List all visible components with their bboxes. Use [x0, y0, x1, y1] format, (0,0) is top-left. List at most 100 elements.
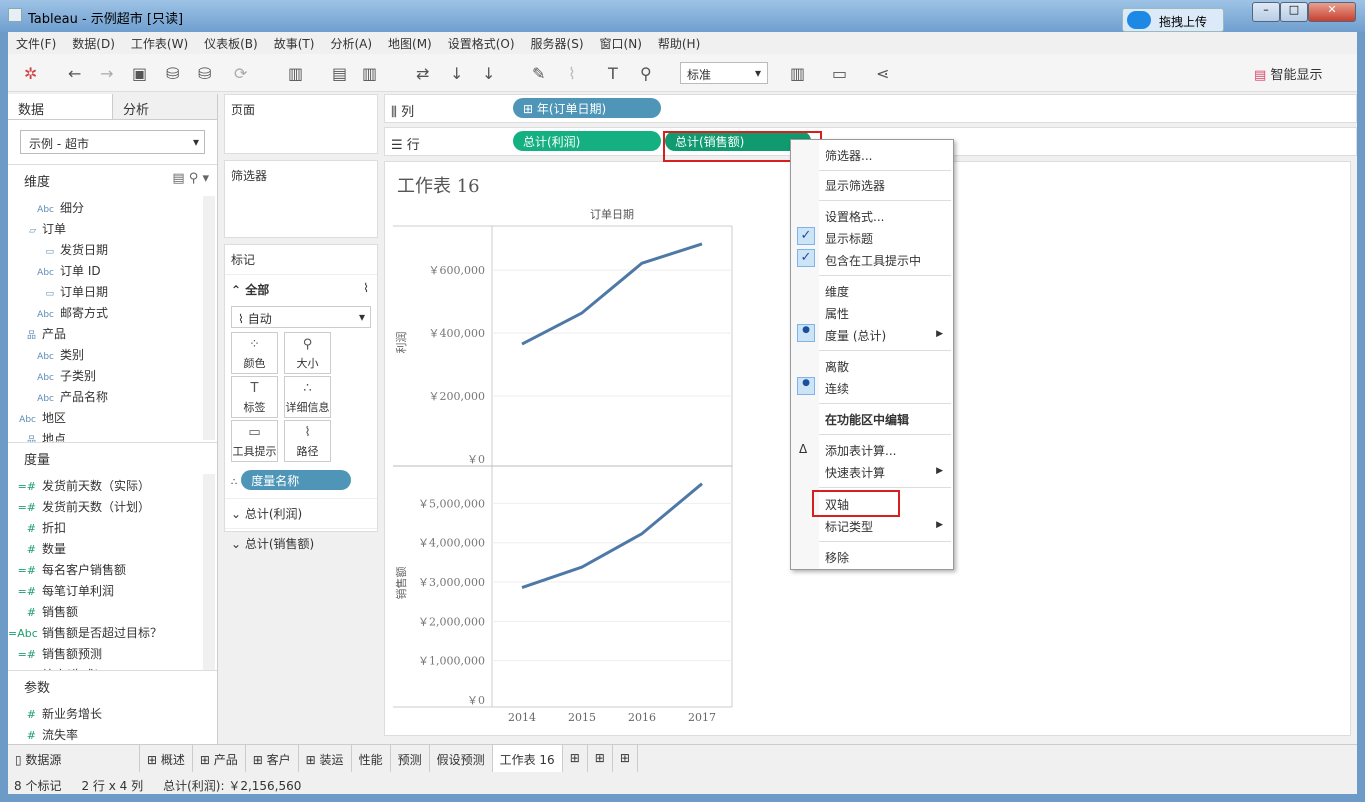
field-item[interactable]: 品产品 [8, 322, 217, 343]
field-item[interactable]: Abc 子类别 [8, 364, 217, 385]
context-menu-item[interactable]: 度量 (总计) [825, 327, 886, 347]
menu-item[interactable]: 设置格式(O) [440, 32, 523, 54]
upload-button[interactable]: 拖拽上传 [1122, 8, 1224, 32]
highlight-icon[interactable]: ✎ [532, 64, 545, 83]
marks-all-section[interactable]: ⌃ 全部 ⌇ [225, 274, 377, 304]
field-item[interactable]: ▭ 订单日期 [8, 280, 217, 301]
sheet-tab[interactable]: 假设预测 [430, 745, 493, 772]
field-item[interactable]: # 数量 [8, 537, 217, 558]
field-item[interactable]: =# 发货前天数（实际） [8, 474, 217, 495]
menu-item[interactable]: 数据(D) [64, 32, 123, 54]
menu-item[interactable]: 服务器(S) [523, 32, 592, 54]
share-icon[interactable]: ⋖ [876, 64, 889, 83]
context-menu-item[interactable]: 移除 [825, 549, 849, 569]
tableau-icon[interactable]: ✲ [24, 64, 37, 83]
pause-updates-icon[interactable]: ⛁ [198, 64, 211, 83]
context-menu-item[interactable]: 属性 [825, 305, 849, 325]
context-menu-item[interactable]: 显示筛选器 [825, 177, 885, 197]
field-item[interactable]: =# 每名客户销售额 [8, 558, 217, 579]
forward-icon[interactable]: → [100, 64, 113, 83]
field-item[interactable]: =# 每笔订单利润 [8, 579, 217, 600]
field-item[interactable]: =# 发货前天数（计划） [8, 495, 217, 516]
sum-profit-pill[interactable]: 总计(利润) [513, 131, 661, 151]
maximize-button[interactable]: □ [1280, 2, 1308, 22]
search-icon[interactable]: ▤ ⚲ ▾ [172, 171, 209, 186]
field-item[interactable]: Abc 产品名称 [8, 385, 217, 406]
sheet-tab[interactable]: 性能 [352, 745, 391, 772]
field-item[interactable]: ⊕纬度(生成) [8, 663, 217, 670]
menu-item[interactable]: 工作表(W) [123, 32, 196, 54]
datasource-select[interactable]: 示例 - 超市 ▾ [20, 130, 205, 154]
new-datasource-icon[interactable]: ⛁ [166, 64, 179, 83]
sheet-tab[interactable]: ⊞ 概述 [140, 745, 193, 772]
minimize-button[interactable]: – [1252, 2, 1280, 22]
sheet-tab[interactable]: ⊞ 装运 [299, 745, 352, 772]
menu-item[interactable]: 文件(F) [8, 32, 64, 54]
new-story-icon[interactable]: ⊞ [613, 745, 638, 772]
field-item[interactable]: =# 销售额预测 [8, 642, 217, 663]
sheet-tab[interactable]: 工作表 16 [492, 745, 563, 772]
context-menu-item[interactable]: 快速表计算 [825, 464, 885, 484]
save-icon[interactable]: ▣ [132, 64, 147, 83]
new-dashboard-icon[interactable]: ⊞ [588, 745, 613, 772]
marks-sales-section[interactable]: ⌄ 总计(销售额) [225, 528, 377, 558]
context-menu-item[interactable]: 显示标题 [825, 230, 873, 250]
field-item[interactable]: # 销售额 [8, 600, 217, 621]
duplicate-sheet-icon[interactable]: ▤ [332, 64, 347, 83]
columns-shelf[interactable]: ⫼ 列 ⊞ 年(订单日期) [384, 94, 1357, 123]
context-menu-item[interactable]: 连续 [825, 380, 849, 400]
year-order-date-pill[interactable]: ⊞ 年(订单日期) [513, 98, 661, 118]
field-item[interactable]: Abc 类别 [8, 343, 217, 364]
sheet-tab[interactable]: ▯ 数据源 [8, 745, 140, 772]
context-menu-item[interactable]: 设置格式... [825, 208, 884, 228]
refresh-icon[interactable]: ⟳ [234, 64, 247, 83]
sheet-tab[interactable]: ⊞ 客户 [246, 745, 299, 772]
sort-desc-icon[interactable]: ↓ [482, 64, 495, 83]
field-item[interactable]: ▭ 发货日期 [8, 238, 217, 259]
context-menu-item[interactable]: 筛选器... [825, 147, 872, 167]
menu-item[interactable]: 帮助(H) [650, 32, 708, 54]
measure-names-pill[interactable]: 度量名称 [241, 470, 352, 490]
pin-icon[interactable]: ⚲ [640, 64, 652, 83]
marks-button[interactable]: ▭ 工具提示 [231, 420, 278, 462]
field-item[interactable]: # 折扣 [8, 516, 217, 537]
filters-card[interactable]: 筛选器 [224, 160, 378, 238]
menu-item[interactable]: 仪表板(B) [196, 32, 266, 54]
context-menu-item[interactable]: 在功能区中编辑 [825, 411, 909, 431]
field-item[interactable]: Abc 订单 ID [8, 259, 217, 280]
group-icon[interactable]: ⌇ [568, 64, 576, 83]
field-item[interactable]: Abc 邮寄方式 [8, 301, 217, 322]
sheet-tab[interactable]: ⊞ 产品 [193, 745, 246, 772]
menu-item[interactable]: 窗口(N) [592, 32, 650, 54]
tab-analysis[interactable]: 分析 [113, 94, 217, 119]
new-sheet-icon[interactable]: ▥ [288, 64, 303, 83]
field-item[interactable]: =Abc 销售额是否超过目标？ [8, 621, 217, 642]
marks-button[interactable]: ⌇ 路径 [284, 420, 331, 462]
measures-scrollbar[interactable] [203, 474, 215, 670]
field-item[interactable]: ▱ 订单 [8, 217, 217, 238]
marks-button[interactable]: T 标签 [231, 376, 278, 418]
marks-profit-section[interactable]: ⌄ 总计(利润) [225, 498, 377, 528]
swap-icon[interactable]: ⇄ [416, 64, 429, 83]
field-item[interactable]: Abc 细分 [8, 196, 217, 217]
tab-data[interactable]: 数据 [8, 94, 113, 119]
field-item[interactable]: Abc 地区 [8, 406, 217, 427]
cards-icon[interactable]: ▥ [790, 64, 805, 83]
marks-button[interactable]: ⁘ 颜色 [231, 332, 278, 374]
fit-select[interactable]: 标准 ▾ [680, 62, 768, 84]
sort-asc-icon[interactable]: ↓ [450, 64, 463, 83]
menu-item[interactable]: 故事(T) [266, 32, 323, 54]
context-menu-item[interactable]: 包含在工具提示中 [825, 252, 921, 272]
new-worksheet-icon[interactable]: ⊞ [563, 745, 588, 772]
context-menu-item[interactable]: 添加表计算... [825, 442, 896, 462]
close-button[interactable]: ✕ [1308, 2, 1356, 22]
back-icon[interactable]: ← [68, 64, 81, 83]
presentation-icon[interactable]: ▭ [832, 64, 847, 83]
context-menu-item[interactable]: 维度 [825, 283, 849, 303]
dimensions-scrollbar[interactable] [203, 196, 215, 440]
sheet-tab[interactable]: 预测 [391, 745, 430, 772]
clear-sheet-icon[interactable]: ▥ [362, 64, 377, 83]
menu-item[interactable]: 地图(M) [380, 32, 440, 54]
marks-button[interactable]: ∴ 详细信息 [284, 376, 331, 418]
menu-item[interactable]: 分析(A) [322, 32, 380, 54]
